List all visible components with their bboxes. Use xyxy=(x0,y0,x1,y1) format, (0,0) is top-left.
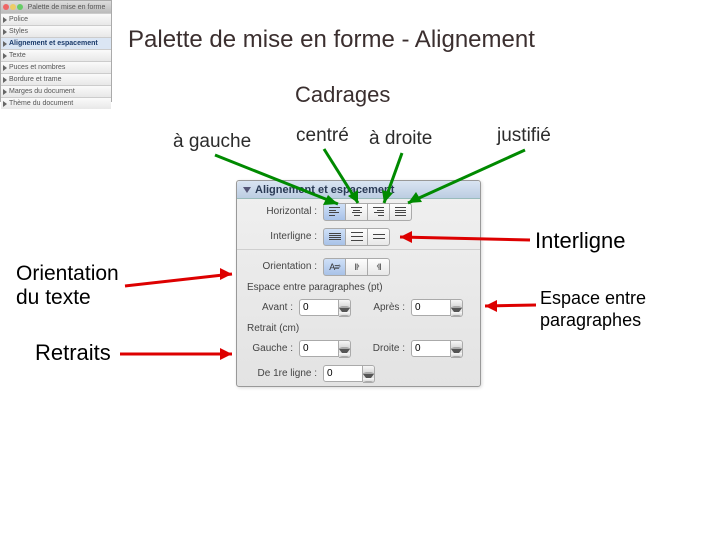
align-center-button[interactable] xyxy=(345,203,368,221)
indent-heading: Retrait (cm) xyxy=(237,320,480,336)
after-input[interactable] xyxy=(411,299,451,316)
indent-left-right-row: Gauche : Droite : xyxy=(237,336,480,361)
page-subtitle: Cadrages xyxy=(295,82,390,108)
after-stepper[interactable] xyxy=(411,299,463,316)
align-right-icon xyxy=(373,207,384,216)
stepper-down-icon xyxy=(451,308,462,316)
annotation-text-orientation: Orientationdu texte xyxy=(16,262,119,310)
orientation-ltr-icon: A≡› xyxy=(329,262,340,272)
orientation-ttb-icon: ‖› xyxy=(354,262,358,272)
disclosure-triangle-icon xyxy=(243,187,251,193)
line-spacing-onehalf-icon xyxy=(351,232,363,241)
annotation-center-align: centré xyxy=(296,125,349,147)
horizontal-row: Horizontal : xyxy=(237,199,480,224)
before-stepper-buttons[interactable] xyxy=(339,299,351,317)
horizontal-segment xyxy=(323,203,412,221)
line-spacing-onehalf-button[interactable] xyxy=(345,228,368,246)
orientation-ltr-button[interactable]: A≡› xyxy=(323,258,346,276)
paragraph-spacing-label: Espace entre paragraphes (pt) xyxy=(243,282,383,293)
zoom-icon xyxy=(17,4,23,10)
horizontal-label: Horizontal : xyxy=(243,206,317,217)
orientation-rtl-icon: ‹‖ xyxy=(376,262,380,272)
stepper-up-icon xyxy=(339,299,350,307)
mini-palette-row: Alignement et espacement xyxy=(1,37,111,49)
first-line-indent-stepper-buttons[interactable] xyxy=(363,365,375,383)
indent-right-stepper[interactable] xyxy=(411,340,463,357)
mini-palette-row: Texte xyxy=(1,49,111,61)
line-spacing-double-icon xyxy=(373,234,385,239)
first-line-indent-stepper[interactable] xyxy=(323,365,375,382)
stepper-down-icon xyxy=(339,349,350,357)
first-line-indent-row: De 1re ligne : xyxy=(237,361,480,386)
annotation-indents: Retraits xyxy=(35,340,111,366)
stepper-up-icon xyxy=(339,340,350,348)
minimize-icon xyxy=(10,4,16,10)
orientation-label: Orientation : xyxy=(243,261,317,272)
indent-left-input[interactable] xyxy=(299,340,339,357)
line-spacing-single-icon xyxy=(329,233,341,240)
line-spacing-single-button[interactable] xyxy=(323,228,346,246)
mini-palette-row: Styles xyxy=(1,25,111,37)
stepper-up-icon xyxy=(451,299,462,307)
annotation-line-spacing: Interligne xyxy=(535,228,626,254)
indent-right-label: Droite : xyxy=(357,343,405,354)
align-justify-button[interactable] xyxy=(389,203,412,221)
stepper-down-icon xyxy=(363,374,374,382)
mini-palette-title: Palette de mise en forme xyxy=(24,4,109,11)
annotation-paragraph-spacing: Espace entreparagraphes xyxy=(540,288,646,331)
page-title: Palette de mise en forme - Alignement xyxy=(128,26,535,54)
arrow-paragraph-spacing xyxy=(485,300,536,312)
orientation-segment: A≡› ‖› ‹‖ xyxy=(323,258,390,276)
close-icon xyxy=(3,4,9,10)
first-line-indent-label: De 1re ligne : xyxy=(243,368,317,379)
align-justify-icon xyxy=(395,207,406,216)
arrow-indents xyxy=(120,348,232,360)
line-spacing-row: Interligne : xyxy=(237,224,480,249)
align-left-button[interactable] xyxy=(323,203,346,221)
align-left-icon xyxy=(329,207,340,216)
indent-right-stepper-buttons[interactable] xyxy=(451,340,463,358)
after-label: Après : xyxy=(357,302,405,313)
before-stepper[interactable] xyxy=(299,299,351,316)
first-line-indent-input[interactable] xyxy=(323,365,363,382)
mini-palette-thumbnail: Palette de mise en forme PoliceStylesAli… xyxy=(0,0,112,102)
mini-palette-titlebar: Palette de mise en forme xyxy=(1,1,111,13)
paragraph-spacing-heading: Espace entre paragraphes (pt) xyxy=(237,279,480,295)
indent-left-label: Gauche : xyxy=(243,343,293,354)
mini-palette-row: Puces et nombres xyxy=(1,61,111,73)
panel-header[interactable]: Alignement et espacement xyxy=(237,181,480,199)
mini-palette-row: Thème du document xyxy=(1,97,111,109)
before-input[interactable] xyxy=(299,299,339,316)
line-spacing-segment xyxy=(323,228,390,246)
before-label: Avant : xyxy=(243,302,293,313)
orientation-ttb-button[interactable]: ‖› xyxy=(345,258,368,276)
line-spacing-double-button[interactable] xyxy=(367,228,390,246)
before-after-row: Avant : Après : xyxy=(237,295,480,320)
indent-left-stepper[interactable] xyxy=(299,340,351,357)
indent-label: Retrait (cm) xyxy=(243,323,299,334)
mini-palette-row: Marges du document xyxy=(1,85,111,97)
stepper-down-icon xyxy=(451,349,462,357)
mini-palette-row: Police xyxy=(1,13,111,25)
panel-header-label: Alignement et espacement xyxy=(255,184,394,196)
alignment-spacing-panel: Alignement et espacement Horizontal : In… xyxy=(236,180,481,387)
line-spacing-label: Interligne : xyxy=(243,231,317,242)
arrow-orientation xyxy=(125,268,232,286)
orientation-rtl-button[interactable]: ‹‖ xyxy=(367,258,390,276)
stepper-up-icon xyxy=(451,340,462,348)
indent-left-stepper-buttons[interactable] xyxy=(339,340,351,358)
annotation-justify-align: justifié xyxy=(497,125,551,147)
stepper-down-icon xyxy=(339,308,350,316)
annotation-right-align: à droite xyxy=(369,128,432,150)
after-stepper-buttons[interactable] xyxy=(451,299,463,317)
annotation-left-align: à gauche xyxy=(173,131,251,153)
orientation-row: Orientation : A≡› ‖› ‹‖ xyxy=(237,254,480,279)
indent-right-input[interactable] xyxy=(411,340,451,357)
align-right-button[interactable] xyxy=(367,203,390,221)
align-center-icon xyxy=(351,207,362,216)
mini-palette-row: Bordure et trame xyxy=(1,73,111,85)
stepper-up-icon xyxy=(363,365,374,373)
